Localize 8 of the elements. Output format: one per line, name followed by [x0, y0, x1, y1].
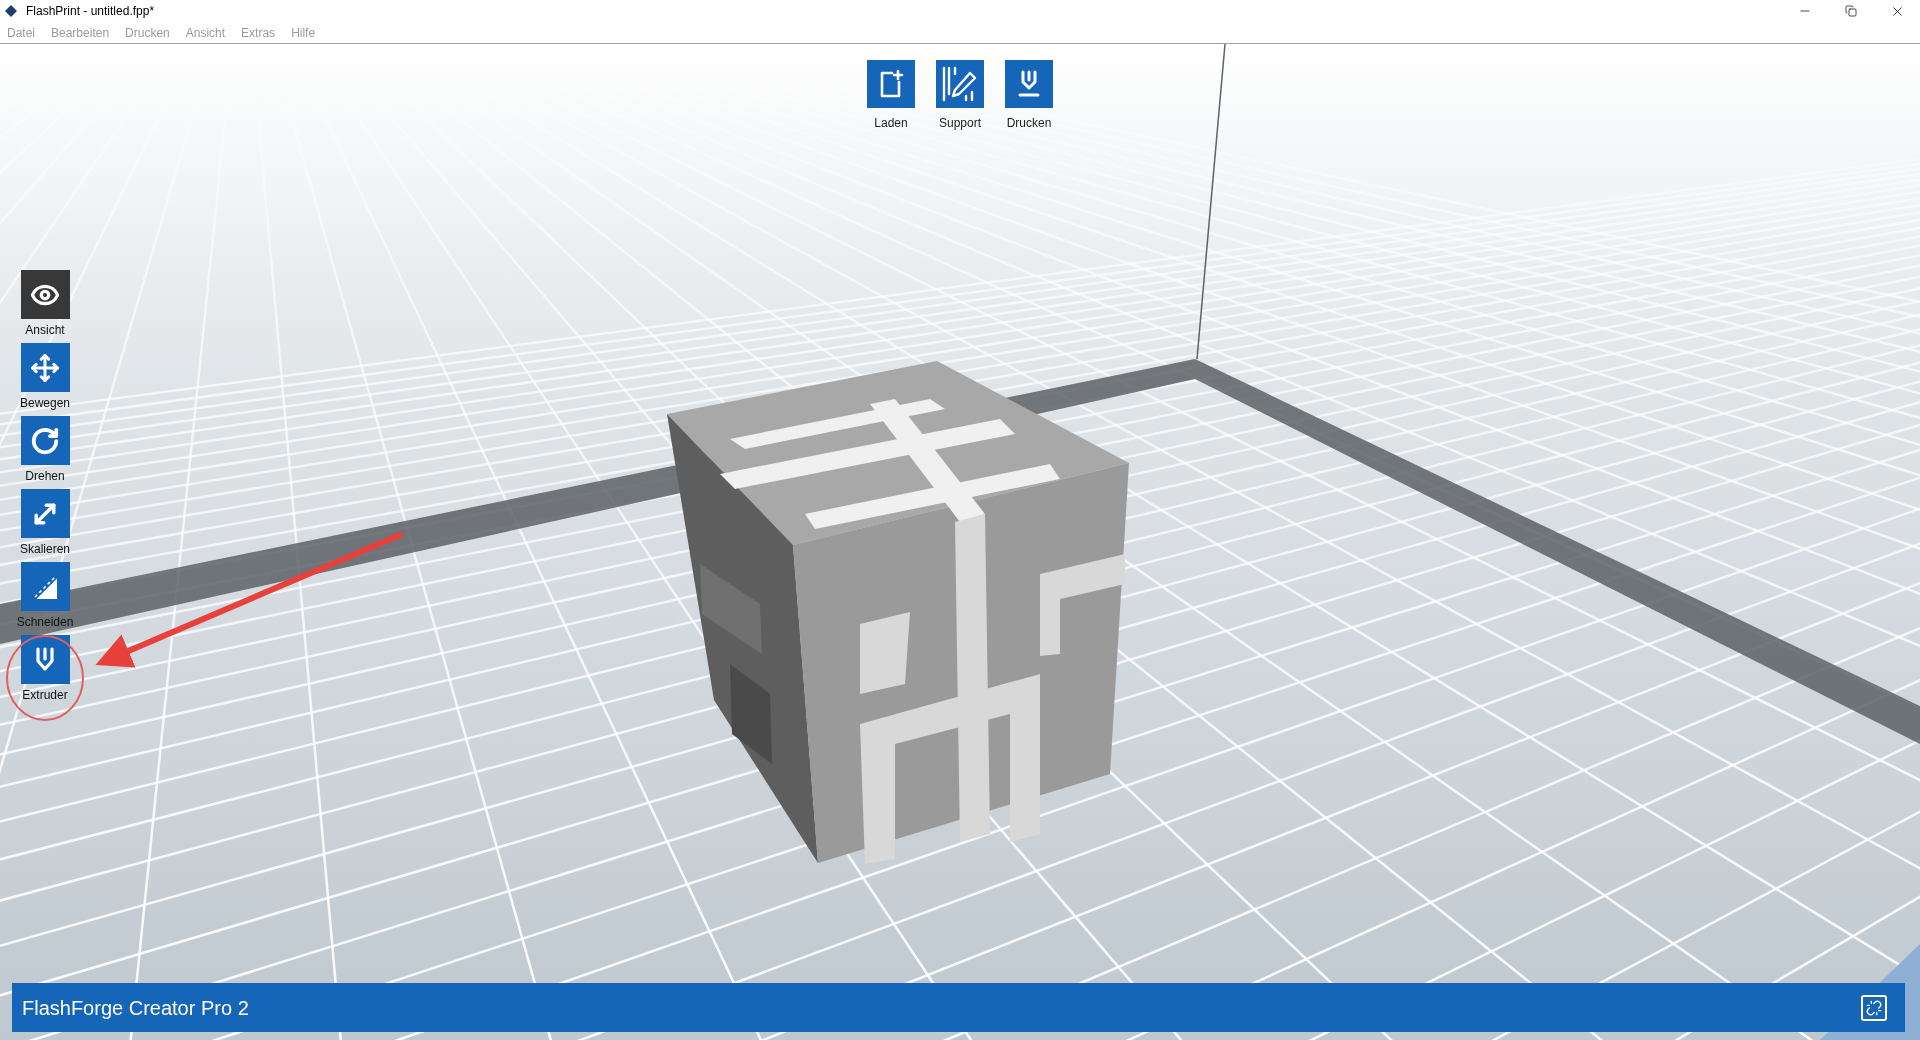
rotate-icon — [30, 425, 60, 456]
connection-button[interactable] — [1861, 994, 1887, 1021]
window-title: FlashPrint - untitled.fpp* — [26, 3, 155, 20]
app-logo-icon — [4, 4, 18, 18]
move-arrows-icon — [30, 352, 60, 383]
unlink-icon — [1866, 999, 1882, 1016]
restore-icon — [1845, 5, 1857, 17]
printer-name: FlashForge Creator Pro 2 — [22, 995, 249, 1021]
